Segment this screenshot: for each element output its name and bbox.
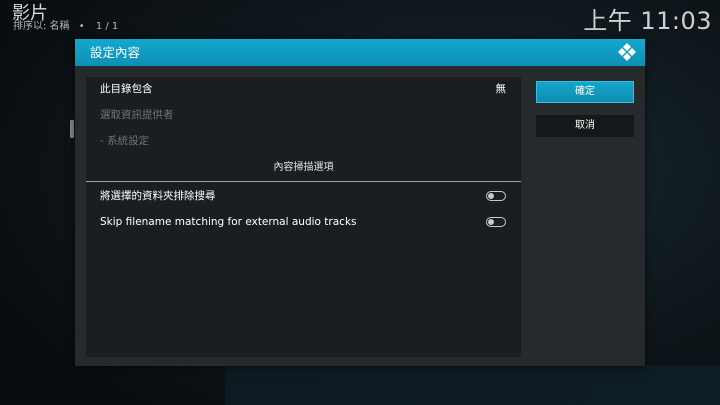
side-menu-handle[interactable] (70, 120, 74, 138)
toggle-exclude-folder[interactable]: 將選擇的資料夾排除搜尋 (86, 184, 521, 210)
section-header-scan-options: 內容掃描選項 (86, 157, 521, 182)
cancel-button[interactable]: 取消 (536, 115, 634, 137)
list-item-label: 選取資訊提供者 (100, 109, 174, 121)
list-item-label: 此目錄包含 (100, 83, 153, 95)
toggle-label: Skip filename matching for external audi… (100, 216, 357, 228)
sort-label: 排序以: 名稱 (13, 21, 70, 32)
clock: 上午 11:03 (583, 7, 712, 35)
page-count: 1 / 1 (95, 21, 119, 32)
sort-info: 排序以: 名稱 • 1 / 1 (13, 20, 118, 34)
ok-button[interactable]: 確定 (536, 81, 634, 103)
kodi-logo-icon (618, 43, 636, 61)
list-item-scraper-settings: - 系統設定 (86, 129, 521, 155)
toggle-switch[interactable] (486, 217, 506, 227)
list-item-label: - 系統設定 (100, 135, 150, 147)
background-footer-strip (225, 365, 720, 405)
toggle-knob (488, 219, 494, 225)
separator-dot: • (78, 21, 85, 32)
list-item-value: 無 (495, 83, 507, 95)
set-content-dialog: 設定內容 此目錄包含 無 選取資訊提供者 - 系統設定 內容掃描選項 將選擇的資… (75, 39, 645, 366)
toggle-skip-filename-matching[interactable]: Skip filename matching for external audi… (86, 210, 521, 236)
settings-list: 此目錄包含 無 選取資訊提供者 - 系統設定 內容掃描選項 將選擇的資料夾排除搜… (86, 77, 521, 357)
toggle-switch[interactable] (486, 191, 506, 201)
list-item-directory-content[interactable]: 此目錄包含 無 (86, 77, 521, 103)
section-header-label: 內容掃描選項 (273, 162, 334, 173)
dialog-header: 設定內容 (75, 39, 645, 66)
dialog-title: 設定內容 (90, 45, 141, 60)
list-item-choose-scraper: 選取資訊提供者 (86, 103, 521, 129)
toggle-label: 將選擇的資料夾排除搜尋 (100, 190, 216, 202)
toggle-knob (488, 193, 494, 199)
